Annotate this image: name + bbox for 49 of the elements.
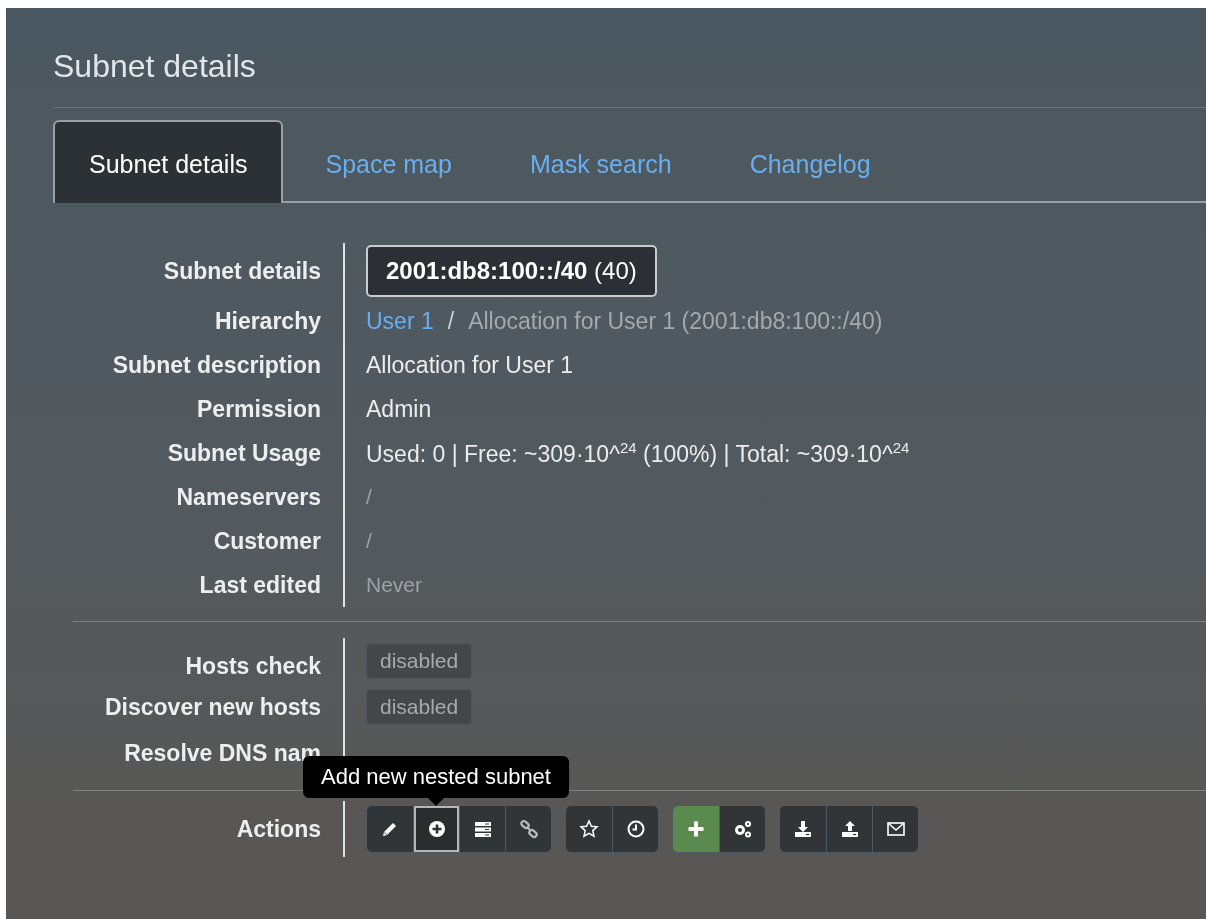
plus-circle-icon bbox=[426, 819, 447, 839]
tab[interactable]: Space map bbox=[289, 120, 488, 203]
action-button[interactable] bbox=[367, 806, 413, 852]
field-label: Permission bbox=[196, 395, 322, 424]
field-label: Last edited bbox=[198, 571, 322, 600]
field-label: Subnet Usage bbox=[166, 439, 322, 468]
breadcrumb-link[interactable]: User 1 bbox=[366, 307, 434, 335]
server-icon bbox=[472, 819, 493, 839]
field-label: Hierarchy bbox=[213, 307, 322, 336]
tooltip-arrow bbox=[428, 798, 444, 806]
breadcrumb-current: Allocation for User 1 (2001:db8:100::/40) bbox=[468, 307, 883, 335]
action-button[interactable] bbox=[612, 806, 658, 852]
field-label: Subnet description bbox=[111, 351, 322, 380]
star-icon bbox=[579, 819, 599, 839]
plus-icon bbox=[686, 819, 706, 839]
link-icon bbox=[518, 819, 539, 839]
tab[interactable]: Changelog bbox=[713, 120, 907, 203]
field-label: Nameservers bbox=[175, 483, 322, 512]
action-button[interactable] bbox=[413, 806, 459, 852]
action-button[interactable] bbox=[826, 806, 872, 852]
field-value: Allocation for User 1 bbox=[366, 351, 574, 379]
action-button[interactable] bbox=[459, 806, 505, 852]
field-value: Used: 0 | Free: ~309·10^$^{24}$ (100%) | Total: ~309·10^$^{24}$ bbox=[366, 438, 910, 468]
action-button[interactable] bbox=[780, 806, 826, 852]
gears-icon bbox=[732, 819, 753, 839]
field-label: Actions bbox=[235, 815, 322, 844]
action-button[interactable] bbox=[872, 806, 918, 852]
tab[interactable]: Subnet details bbox=[53, 120, 284, 203]
status-badge: disabled bbox=[366, 689, 473, 725]
envelope-icon bbox=[885, 819, 906, 839]
field-value: / bbox=[366, 485, 372, 509]
field-value: Admin bbox=[366, 395, 432, 423]
status-badge: disabled bbox=[366, 643, 473, 679]
tab[interactable]: Mask search bbox=[493, 120, 708, 203]
field-label: Subnet details bbox=[162, 257, 322, 286]
field-label: Customer bbox=[212, 527, 322, 556]
action-button[interactable] bbox=[505, 806, 551, 852]
action-button[interactable] bbox=[566, 806, 612, 852]
subnet-badge: 2001:db8:100::/40 (40) bbox=[366, 245, 657, 297]
upload-icon bbox=[839, 819, 860, 839]
field-value: / bbox=[366, 529, 372, 553]
field-value: Never bbox=[366, 573, 423, 597]
field-label: Hosts check bbox=[184, 652, 322, 681]
page-title: Subnet details bbox=[53, 48, 1206, 108]
clock-icon bbox=[625, 819, 646, 839]
field-label: Discover new hosts bbox=[103, 693, 322, 722]
action-button[interactable] bbox=[719, 806, 765, 852]
download-icon bbox=[793, 819, 813, 839]
breadcrumb-separator: / bbox=[447, 307, 455, 335]
